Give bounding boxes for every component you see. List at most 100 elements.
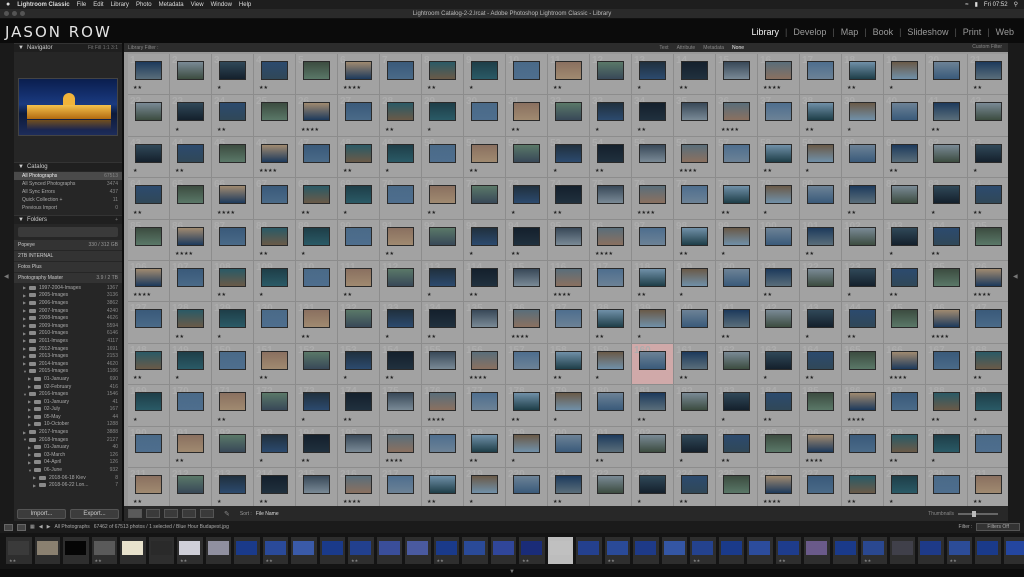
thumbnail[interactable] [219,102,246,122]
thumbnail[interactable] [765,226,792,246]
wifi-icon[interactable]: ≈ [965,2,968,8]
thumbnail[interactable] [639,474,666,494]
star-rating[interactable]: ★★ [931,251,940,257]
filmstrip-item[interactable]: ★★ [604,537,630,564]
grid-cell[interactable]: 166★★★★ [884,343,926,386]
thumbnail[interactable] [387,433,414,453]
grid-cell[interactable]: 18★★ [842,54,884,96]
grid-cell[interactable]: 128★★ [170,302,212,344]
filmstrip-item[interactable]: ★★ [6,537,32,564]
star-rating[interactable]: ★★ [553,499,562,505]
grid-cell[interactable]: 170 [170,385,212,427]
thumbnail[interactable] [429,309,456,329]
thumbnail[interactable] [513,433,540,453]
folder-item[interactable]: ▶ 10-October 1288 [14,421,122,429]
grid-view-button[interactable] [128,509,142,518]
thumbnail[interactable] [807,433,834,453]
grid-cell[interactable]: 150 [212,343,254,386]
filmstrip-item[interactable] [120,537,146,564]
grid-cell[interactable]: 230 [926,467,968,506]
thumbnail[interactable] [681,267,708,287]
thumbnail[interactable] [975,350,1002,370]
star-rating[interactable]: ★★ [553,375,562,381]
grid-cell[interactable]: 222 [590,467,632,506]
thumbnail[interactable] [387,102,414,122]
star-rating[interactable]: ★★ [679,499,688,505]
star-rating[interactable]: ★★ [133,85,142,91]
grid-cell[interactable]: 53★ [548,136,590,179]
apple-icon[interactable]: ● [6,1,10,8]
grid-cell[interactable]: 101★★ [800,219,842,261]
thumbnail[interactable] [933,433,960,453]
grid-cell[interactable]: 26★★★★ [296,95,338,137]
filmstrip-item[interactable] [747,537,773,564]
star-rating[interactable]: ★ [847,127,851,133]
folder-item[interactable]: ▶ 01-January 41 [14,398,122,406]
grid-cell[interactable]: 76★★★★ [632,178,674,220]
thumbnail[interactable] [471,309,498,329]
thumbnail[interactable] [177,61,204,80]
grid-cell[interactable]: 2 [170,54,212,96]
thumbnail[interactable] [975,102,1002,122]
thumbnail[interactable] [849,474,876,494]
grid-cell[interactable]: 25 [254,95,296,137]
thumbnail[interactable] [135,185,162,205]
star-rating[interactable]: ★ [805,168,809,174]
grid-cell[interactable]: 106★★★★ [128,260,170,303]
filmstrip-item[interactable] [661,537,687,564]
thumbnail[interactable] [261,392,288,412]
thumbnail[interactable] [387,226,414,246]
thumbnail[interactable] [513,143,540,163]
module-book[interactable]: Book [871,27,896,37]
grid-cell[interactable]: 112 [380,260,422,303]
filmstrip-item[interactable] [576,537,602,564]
filmstrip-item[interactable] [405,537,431,564]
thumbnail[interactable] [471,61,498,80]
folders-header[interactable]: ▼ Folders + [14,215,122,224]
grid-cell[interactable]: 70 [380,178,422,220]
star-rating[interactable]: ★ [175,127,179,133]
star-rating[interactable]: ★★ [217,417,226,423]
grid-cell[interactable]: 14★★ [674,54,716,96]
thumbnail[interactable] [219,392,246,412]
thumbnail[interactable] [639,433,666,453]
add-folder-icon[interactable]: + [115,217,118,223]
grid-cell[interactable]: 68★★ [296,178,338,220]
thumbnail[interactable] [303,185,330,205]
star-rating[interactable]: ★★ [805,251,814,257]
grid-cell[interactable]: 82 [884,178,926,220]
forward-arrow-icon[interactable]: ▶ [47,524,51,530]
module-develop[interactable]: Develop [791,27,828,37]
grid-cell[interactable]: 193★ [254,426,296,468]
grid-cell[interactable]: 167 [926,343,968,386]
grid-cell[interactable]: 157 [506,343,548,386]
thumbnail[interactable] [639,350,666,370]
thumbnail[interactable] [555,102,582,122]
grid-cell[interactable]: 113★ [422,260,464,303]
grid-cell[interactable]: 185 [800,385,842,427]
thumbnail[interactable] [303,350,330,370]
folder-item[interactable]: ▶ 02-February 416 [14,383,122,391]
thumbnail[interactable] [345,433,372,453]
thumbnail[interactable] [471,143,498,163]
grid-cell[interactable]: 45 [212,136,254,179]
grid-cell[interactable]: 159★ [590,343,632,386]
grid-cell[interactable]: 131★★ [296,302,338,344]
grid-cell[interactable]: 178★★ [506,385,548,427]
grid-cell[interactable]: 146★★★★ [926,302,968,344]
star-rating[interactable]: ★ [427,292,431,298]
thumbnail[interactable] [345,102,372,122]
menu-window[interactable]: Window [211,2,232,8]
grid-cell[interactable]: 59★ [800,136,842,179]
grid-cell[interactable]: 81★★ [842,178,884,220]
thumbnail[interactable] [723,185,750,205]
thumbnail[interactable] [555,267,582,287]
star-rating[interactable]: ★★ [259,251,268,257]
thumbnail[interactable] [807,267,834,287]
filmstrip-filter-select[interactable]: Filters Off [976,523,1020,531]
thumbnail[interactable] [303,433,330,453]
thumbnail[interactable] [807,102,834,122]
grid-cell[interactable]: 195 [338,426,380,468]
grid-cell[interactable]: 39★ [842,95,884,137]
star-rating[interactable]: ★★ [343,168,352,174]
